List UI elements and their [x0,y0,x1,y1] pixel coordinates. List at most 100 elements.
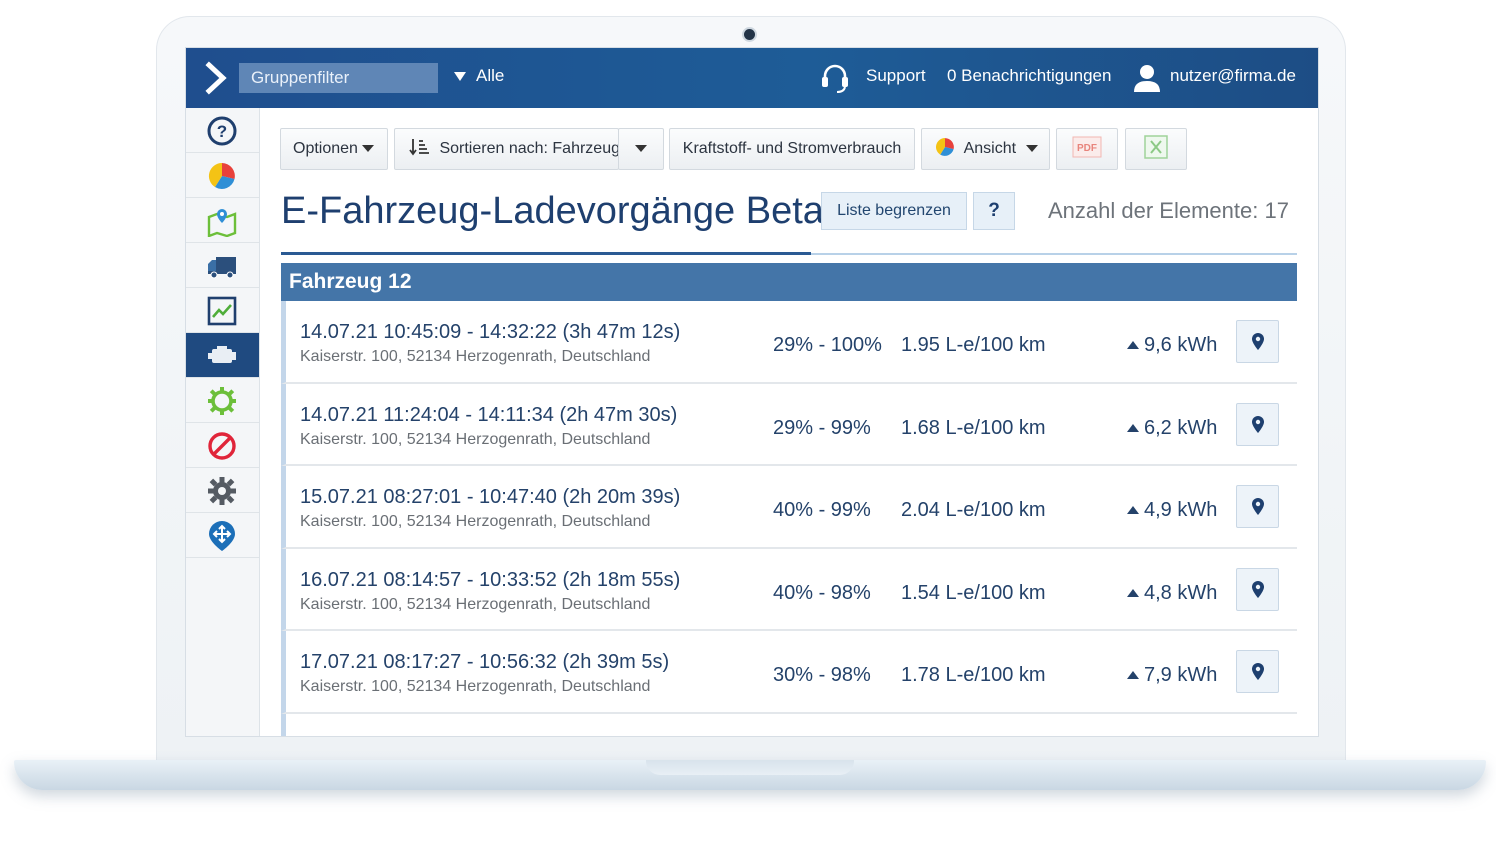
group-filter-value[interactable]: Alle [476,66,504,86]
prohibited-icon [208,432,236,460]
excel-icon [1144,135,1168,159]
help-icon: ? [207,116,237,146]
show-location-button[interactable] [1236,320,1279,363]
sidebar-item-locations[interactable] [186,513,259,558]
sidebar-item-restrictions[interactable] [186,423,259,468]
session-address: Kaiserstr. 100, 52134 Herzogenrath, Deut… [300,678,651,695]
trend-chart-icon [207,296,237,326]
session-time: 16.07.21 08:14:57 - 10:33:52 (2h 18m 55s… [300,568,681,591]
limit-list-button[interactable]: Liste begrenzen [821,192,967,230]
support-link[interactable]: Support [866,66,926,86]
sort-dropdown-toggle[interactable] [618,128,664,170]
user-account-link[interactable]: nutzer@firma.de [1170,66,1296,86]
caret-down-icon [362,145,375,153]
show-location-button[interactable] [1236,650,1279,693]
view-label: Ansicht [963,140,1017,157]
sidebar-item-engine[interactable] [186,333,259,378]
session-time: 14.07.21 11:24:04 - 14:11:34 (2h 47m 30s… [300,403,678,426]
energy-charged: 6,2 kWh [1144,416,1218,439]
location-move-icon [209,521,235,551]
pie-chart-icon [208,162,235,189]
pdf-icon: PDF [1072,136,1102,158]
state-of-charge: 40% - 99% [773,499,871,521]
help-button[interactable]: ? [973,192,1015,230]
session-time: 14.07.21 10:45:09 - 14:32:22 (3h 47m 12s… [300,321,681,343]
energy-charged: 9,6 kWh [1144,334,1218,356]
item-count: Anzahl der Elemente: 17 [1048,198,1289,223]
svg-text:?: ? [217,122,227,141]
view-dropdown[interactable]: Ansicht [921,128,1050,170]
state-of-charge: 29% - 99% [773,416,871,439]
table-row[interactable]: 14.07.21 11:24:04 - 14:11:34 (2h 47m 30s… [281,383,1297,466]
sidebar-item-settings[interactable] [186,468,259,513]
sidebar-item-help[interactable]: ? [186,108,259,153]
notifications-link[interactable]: 0 Benachrichtigungen [947,66,1111,86]
options-label: Optionen [293,140,358,157]
app-screen: Gruppenfilter Alle Support 0 Benachricht… [186,48,1318,736]
top-bar: Gruppenfilter Alle Support 0 Benachricht… [186,48,1318,108]
caret-down-icon [635,145,647,153]
consumption: 1.54 L-e/100 km [901,581,1046,604]
map-pin-icon [1252,580,1264,598]
engine-icon [208,346,236,363]
charging-session-list: 14.07.21 10:45:09 - 14:32:22 (3h 47m 12s… [281,301,1297,736]
consumption: 1.78 L-e/100 km [901,664,1046,686]
table-row[interactable]: 17.07.21 08:17:27 - 10:56:32 (2h 39m 5s)… [281,631,1297,714]
state-of-charge: 40% - 98% [773,581,871,604]
map-icon [207,209,237,237]
sidebar-item-dashboard[interactable] [186,153,259,198]
session-address: Kaiserstr. 100, 52134 Herzogenrath, Deut… [300,348,651,365]
fuel-consumption-button[interactable]: Kraftstoff- und Stromverbrauch [669,128,915,170]
energy-charged: 4,8 kWh [1144,581,1218,604]
sidebar-item-reports[interactable] [186,288,259,333]
svg-text:PDF: PDF [1077,143,1097,154]
session-time: 17.07.21 08:17:27 - 10:56:32 (2h 39m 5s) [300,651,670,673]
table-row[interactable]: 14.07.21 10:45:09 - 14:32:22 (3h 47m 12s… [281,301,1297,384]
truck-icon [208,257,236,279]
sort-label: Sortieren nach: Fahrzeug [439,140,620,157]
sidebar-item-vehicles[interactable] [186,243,259,288]
export-pdf-button[interactable]: PDF [1056,128,1118,170]
state-of-charge: 29% - 100% [773,334,882,356]
map-pin-icon [1252,663,1264,680]
state-of-charge: 30% - 98% [773,664,871,686]
table-row[interactable]: 15.07.21 08:27:01 - 10:47:40 (2h 20m 39s… [281,466,1297,549]
session-address: Kaiserstr. 100, 52134 Herzogenrath, Deut… [300,430,651,448]
caret-down-icon [1026,145,1039,153]
show-location-button[interactable] [1236,402,1279,446]
pie-chart-icon [936,138,954,156]
sort-icon [409,139,429,156]
consumption: 1.95 L-e/100 km [901,334,1046,356]
consumption: 2.04 L-e/100 km [901,499,1046,521]
fuel-consumption-label: Kraftstoff- und Stromverbrauch [682,140,902,157]
caret-down-icon[interactable] [454,72,466,81]
export-excel-button[interactable] [1125,128,1187,170]
sort-button[interactable]: Sortieren nach: Fahrzeug [394,128,620,170]
session-address: Kaiserstr. 100, 52134 Herzogenrath, Deut… [300,595,651,613]
chevron-right-logo-icon[interactable] [200,61,234,95]
session-time: 15.07.21 08:27:01 - 10:47:40 (2h 20m 39s… [300,486,681,508]
session-address: Kaiserstr. 100, 52134 Herzogenrath, Deut… [300,513,651,530]
options-dropdown[interactable]: Optionen [280,128,388,170]
show-location-button[interactable] [1236,567,1279,611]
table-row[interactable]: 16.07.21 08:14:57 - 10:33:52 (2h 18m 55s… [281,548,1297,631]
sidebar: ? [186,108,260,736]
headset-icon[interactable] [820,62,850,94]
settings-gear-icon [208,477,236,505]
gear-outline-icon [208,387,236,415]
map-pin-icon [1252,333,1264,350]
sidebar-item-maintenance[interactable] [186,378,259,423]
title-underline [281,252,811,255]
show-location-button[interactable] [1236,485,1279,528]
webcam [744,29,755,40]
map-pin-icon [1252,415,1264,433]
consumption: 1.68 L-e/100 km [901,416,1046,439]
map-pin-icon [1252,498,1264,515]
table-row[interactable] [281,713,1297,736]
group-filter-input[interactable]: Gruppenfilter [239,63,438,93]
vehicle-group-header[interactable]: Fahrzeug 12 [281,263,1297,301]
energy-charged: 7,9 kWh [1144,664,1218,686]
sidebar-item-map[interactable] [186,198,259,243]
energy-charged: 4,9 kWh [1144,499,1218,521]
user-icon[interactable] [1132,62,1162,94]
